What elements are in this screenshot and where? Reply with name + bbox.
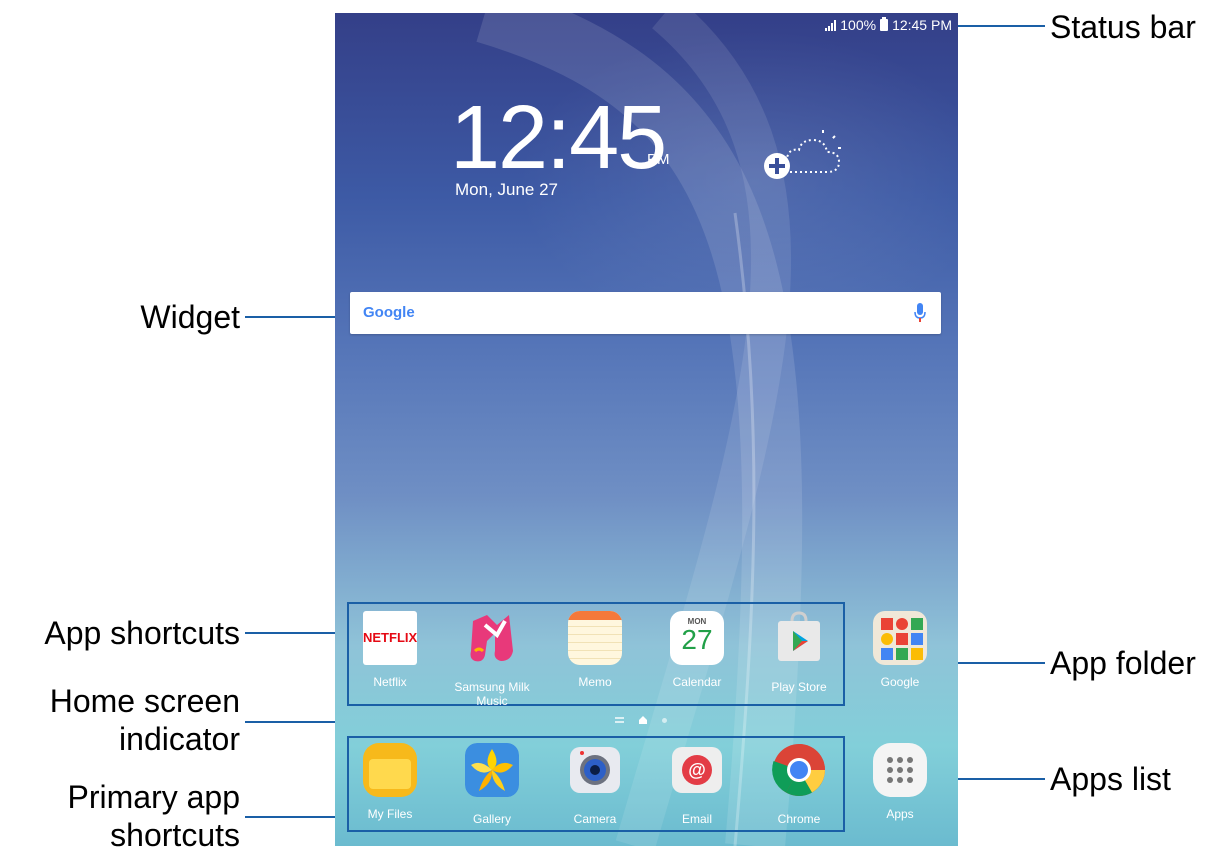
callout-widget: Widget [140, 299, 240, 335]
app-label: Gallery [472, 812, 511, 826]
callout-primary-shortcuts: Primary app shortcuts [0, 778, 241, 854]
callout-primary-line1: Primary app [67, 779, 241, 815]
callout-home-indicator: Home screen indicator [0, 682, 240, 758]
app-label: Netflix [373, 675, 407, 689]
app-label: Camera [573, 812, 617, 826]
home-screen-indicator[interactable] [615, 715, 667, 725]
callout-app-shortcuts: App shortcuts [44, 615, 240, 651]
google-logo: Google [363, 304, 415, 321]
callout-home-indicator-line1: Home screen [49, 683, 240, 719]
app-samsung-milk-music[interactable]: Samsung Milk Music [442, 611, 542, 708]
app-label: Email [681, 812, 712, 826]
calendar-day-number: 27 [681, 624, 713, 655]
status-time: 12:45 PM [892, 17, 952, 33]
app-label: My Files [367, 807, 413, 821]
app-label: Samsung Milk Music [454, 680, 530, 708]
memo-header-strip [568, 611, 622, 620]
home-page-icon[interactable] [638, 715, 648, 725]
milk-music-icon [470, 615, 513, 662]
callout-home-indicator-line2: indicator [119, 721, 240, 757]
app-memo[interactable]: Memo [545, 611, 645, 689]
signal-icon [825, 19, 837, 31]
chrome-icon [772, 744, 825, 796]
clock-date[interactable]: Mon, June 27 [455, 180, 558, 200]
app-label: Memo [578, 675, 612, 689]
app-email[interactable]: @ Email [647, 743, 747, 826]
memo-icon [568, 611, 622, 665]
netflix-logo-text: NETFLIX [363, 630, 417, 645]
app-label: Google [880, 675, 920, 689]
weather-add-icon[interactable] [755, 128, 845, 188]
tablet-home-screen: 100% 12:45 PM 12:45 PM Mon, June 27 Goog… [335, 13, 958, 846]
calendar-icon: MON 27 [670, 611, 724, 665]
google-folder-icon [873, 611, 927, 665]
callout-apps-list: Apps list [1050, 761, 1171, 797]
clock-time[interactable]: 12:45 [450, 93, 667, 183]
clock-ampm: PM [647, 151, 670, 168]
google-search-widget[interactable]: Google [350, 292, 941, 334]
microphone-icon[interactable] [914, 303, 926, 323]
app-my-files[interactable]: My Files [340, 743, 440, 821]
svg-text:@: @ [688, 760, 706, 780]
app-label: Play Store [771, 680, 827, 694]
battery-icon [880, 17, 889, 31]
app-folder-google[interactable]: Google [850, 611, 950, 689]
email-icon: @ [672, 747, 722, 793]
app-apps-list[interactable]: Apps [850, 743, 950, 821]
status-bar: 100% 12:45 PM [825, 13, 952, 37]
app-camera[interactable]: Camera [545, 743, 645, 826]
camera-icon [570, 747, 620, 793]
app-label: Apps [886, 807, 914, 821]
battery-percent: 100% [840, 17, 877, 33]
callout-line-status-bar [958, 25, 1045, 27]
callout-primary-line2: shortcuts [110, 817, 240, 853]
callout-app-folder: App folder [1050, 645, 1196, 681]
gallery-icon [465, 743, 519, 797]
app-play-store[interactable]: Play Store [749, 611, 849, 694]
netflix-icon: NETFLIX [363, 611, 417, 665]
play-store-icon [778, 611, 820, 661]
apps-grid-icon [873, 743, 927, 797]
page-dot[interactable] [662, 717, 667, 723]
app-calendar[interactable]: MON 27 Calendar [647, 611, 747, 689]
app-netflix[interactable]: NETFLIX Netflix [340, 611, 440, 689]
app-label: Calendar [672, 675, 722, 689]
app-label: Chrome [777, 812, 821, 826]
callout-status-bar: Status bar [1050, 9, 1196, 45]
app-chrome[interactable]: Chrome [749, 743, 849, 826]
my-files-icon [363, 743, 417, 797]
briefing-page-dot[interactable] [615, 717, 624, 723]
app-gallery[interactable]: Gallery [442, 743, 542, 826]
